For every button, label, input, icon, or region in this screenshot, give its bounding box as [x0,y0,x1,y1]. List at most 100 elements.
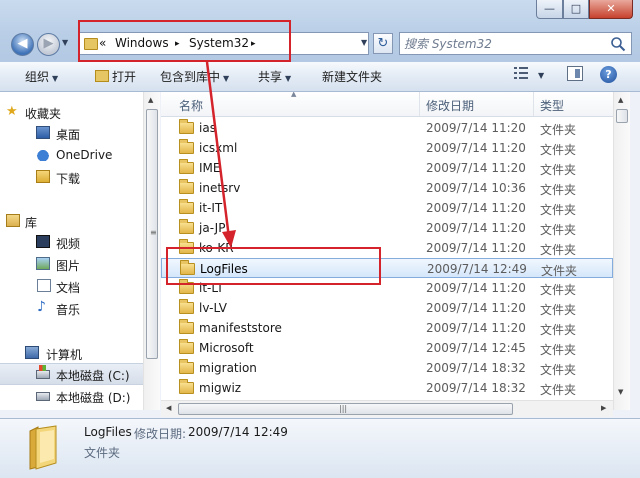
cloud-icon [36,148,50,161]
scroll-right-arrow-icon[interactable]: ▶ [601,404,606,412]
open-button[interactable]: 打开 [95,68,136,85]
search-input[interactable] [404,35,602,52]
nav-downloads[interactable]: 下载 [0,167,143,187]
nav-documents[interactable]: 文档 [0,276,143,296]
nav-music[interactable]: ♪ 音乐 [0,298,143,318]
file-type: 文件夹 [540,323,577,337]
folder-icon [179,119,194,134]
table-row[interactable]: IME 2009/7/14 11:20 文件夹 [161,158,613,178]
close-button[interactable]: ✕ [589,0,633,19]
refresh-button[interactable]: ↻ [373,33,393,54]
file-name: inetsrv [199,181,241,195]
column-divider[interactable] [533,92,534,116]
file-modified-date: 2009/7/14 12:49 [427,262,527,276]
file-modified-date: 2009/7/14 11:20 [426,281,526,295]
table-row[interactable]: migration 2009/7/14 18:32 文件夹 [161,358,613,378]
column-header-type[interactable]: 类型 [540,97,564,114]
minimize-button[interactable]: — [536,0,563,19]
nav-videos[interactable]: 视频 [0,232,143,252]
table-row[interactable]: ias 2009/7/14 11:20 文件夹 [161,118,613,138]
search-icon[interactable] [610,36,626,52]
file-modified-date: 2009/7/14 18:32 [426,381,526,395]
column-header-name[interactable]: 名称 [179,97,203,114]
nav-label: 本地磁盘 (C:) [56,369,130,383]
file-name: lv-LV [199,301,228,315]
table-row[interactable]: Microsoft 2009/7/14 12:45 文件夹 [161,338,613,358]
file-name: IME [199,161,221,175]
preview-pane-button[interactable] [567,66,583,81]
table-row[interactable]: icsxml 2009/7/14 11:20 文件夹 [161,138,613,158]
organize-button[interactable]: 组织 ▼ [25,68,58,85]
nav-label: 视频 [56,237,81,251]
table-row[interactable]: ja-JP 2009/7/14 11:20 文件夹 [161,218,613,238]
column-header-date[interactable]: 修改日期 [426,97,474,114]
nav-pane-scrollbar[interactable]: ▲ ≡ [143,92,160,410]
nav-desktop[interactable]: 桌面 [0,123,143,143]
scrollbar-thumb[interactable]: ≡ [146,109,158,359]
help-icon: ? [605,68,612,81]
nav-label: 下载 [56,172,81,186]
search-box[interactable] [399,32,632,55]
file-name: icsxml [199,141,238,155]
forward-arrow-icon: ▶ [43,36,54,51]
file-type: 文件夹 [540,203,577,217]
file-name: it-IT [199,201,223,215]
include-in-library-button[interactable]: 包含到库中 ▼ [160,68,229,85]
scrollbar-thumb[interactable]: ||| [178,403,513,415]
organize-label: 组织 [25,70,50,84]
recent-pages-dropdown[interactable]: ▼ [62,38,68,47]
music-icon: ♪ [37,299,46,315]
share-button[interactable]: 共享 ▼ [258,68,291,85]
file-name: Microsoft [199,341,254,355]
nav-drive-d[interactable]: 本地磁盘 (D:) [0,386,143,406]
scroll-down-arrow-icon[interactable]: ▼ [618,388,623,396]
back-button[interactable]: ◀ [11,33,34,56]
file-name: migration [199,361,257,375]
scroll-left-arrow-icon[interactable]: ◀ [166,404,171,412]
horizontal-scrollbar[interactable]: ◀ ||| ▶ [161,400,613,417]
library-icon [6,214,20,227]
nav-libraries[interactable]: 库 [0,211,143,231]
nav-label: 音乐 [56,303,81,317]
folder-icon [179,299,194,314]
file-list-scrollbar[interactable]: ▲ ▼ [613,92,630,410]
nav-label: OneDrive [56,148,113,162]
column-header-bar: 名称 ▲ 修改日期 类型 [161,92,613,117]
file-type: 文件夹 [540,303,577,317]
address-dropdown-icon[interactable]: ▼ [361,38,367,47]
video-icon [36,235,50,248]
table-row[interactable]: migwiz 2009/7/14 18:32 文件夹 [161,378,613,398]
chevron-down-icon: ▼ [223,74,230,83]
scroll-up-arrow-icon[interactable]: ▲ [618,96,623,104]
nav-drive-c[interactable]: 本地磁盘 (C:) [0,363,143,385]
nav-onedrive[interactable]: OneDrive [0,145,143,165]
column-divider[interactable] [419,92,420,116]
new-folder-button[interactable]: 新建文件夹 [322,68,382,85]
file-type: 文件夹 [540,383,577,397]
maximize-button[interactable]: □ [563,0,589,19]
sort-ascending-icon: ▲ [291,92,297,98]
large-folder-icon [29,425,57,470]
nav-computer[interactable]: 计算机 [0,343,143,363]
table-row[interactable]: inetsrv 2009/7/14 10:36 文件夹 [161,178,613,198]
nav-pictures[interactable]: 图片 [0,254,143,274]
details-file-type: 文件夹 [84,446,121,460]
scrollbar-thumb[interactable] [616,109,628,123]
table-row[interactable]: lv-LV 2009/7/14 11:20 文件夹 [161,298,613,318]
grip-icon: ||| [339,404,348,413]
forward-button[interactable]: ▶ [37,33,60,56]
folder-icon [179,379,194,394]
nav-label: 桌面 [56,128,81,142]
help-button[interactable]: ? [600,66,617,83]
navigation-pane: ★ 收藏夹 桌面 OneDrive 下载 库 视频 图片 文档 ♪ 音乐 计算机… [0,92,143,410]
file-modified-date: 2009/7/14 10:36 [426,181,526,195]
folder-icon [179,319,194,334]
table-row[interactable]: it-IT 2009/7/14 11:20 文件夹 [161,198,613,218]
desktop-icon [36,126,50,139]
scroll-up-arrow-icon[interactable]: ▲ [148,96,153,104]
table-row[interactable]: manifeststore 2009/7/14 11:20 文件夹 [161,318,613,338]
folder-icon [179,339,194,354]
file-type: 文件夹 [541,264,578,278]
nav-favorites[interactable]: ★ 收藏夹 [0,102,143,122]
change-view-button[interactable]: ▼ [514,67,544,81]
